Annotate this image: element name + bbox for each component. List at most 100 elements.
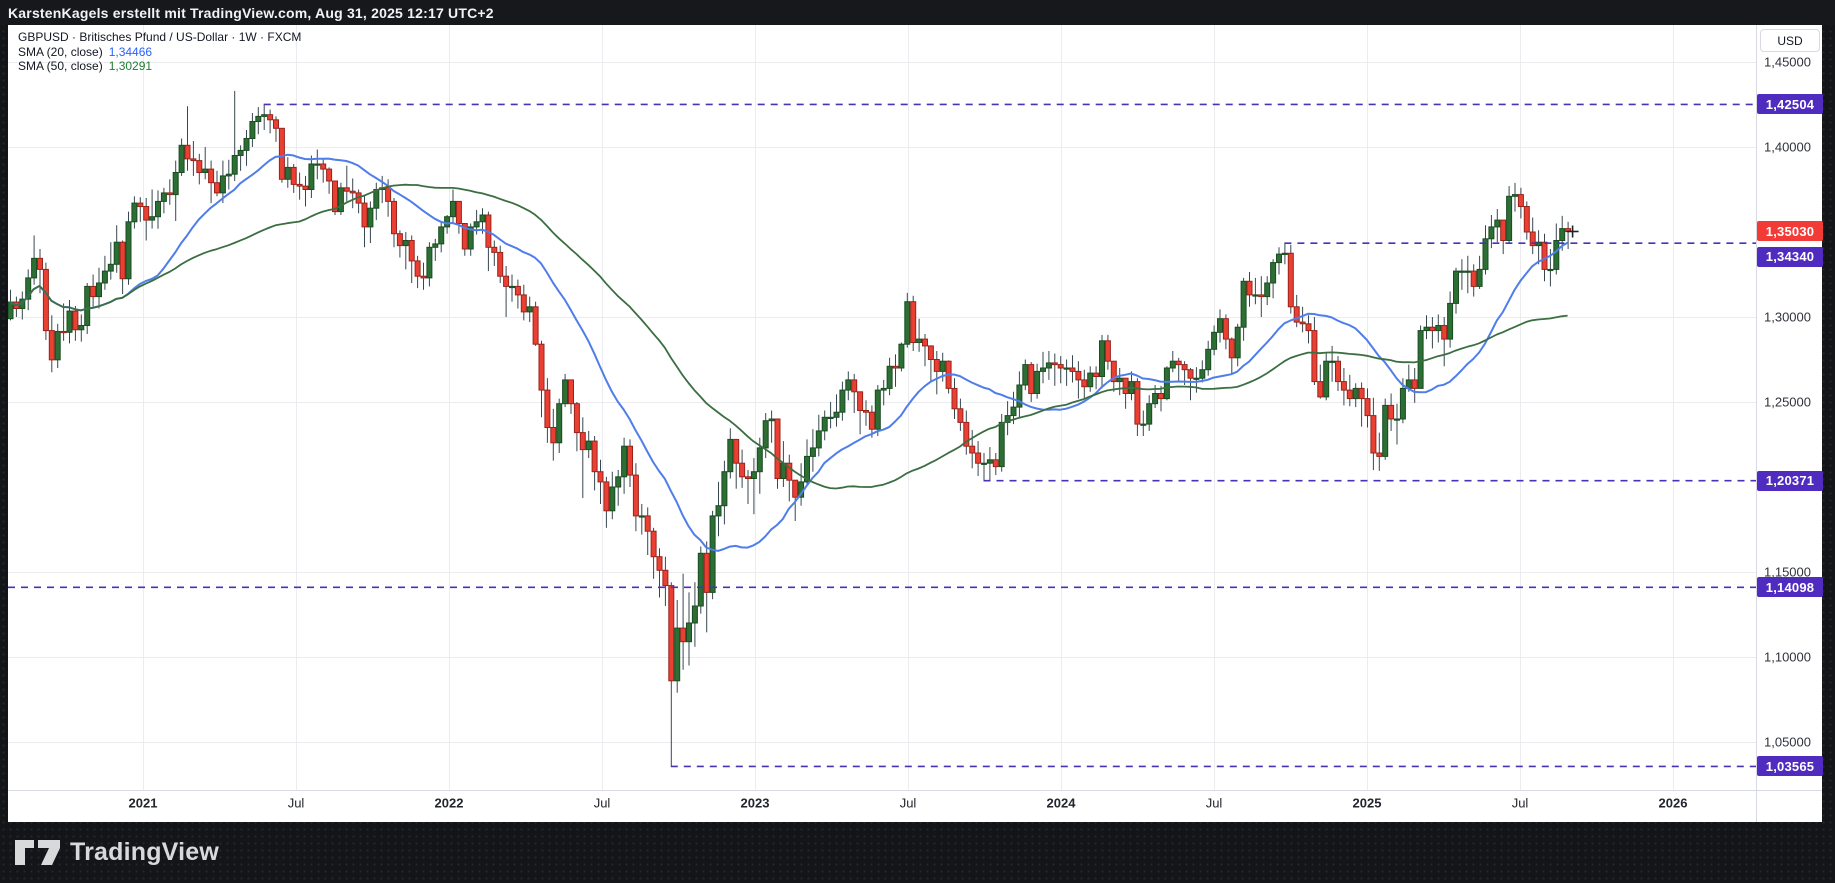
candle-down [521,295,526,312]
candle-up [616,477,621,487]
candle-up [692,606,697,623]
candle-down [397,234,402,246]
candle-down [1389,405,1394,419]
time-tick-label[interactable]: 2025 [1353,795,1382,810]
candle-down [456,201,461,223]
candle-up [728,439,733,471]
candle-up [1206,349,1211,369]
key-level-price-label: 1,34340 [1757,247,1823,267]
candle-up [810,448,815,457]
candle-down [91,286,96,296]
candle-down [43,269,48,330]
candle-up [338,188,343,212]
candle-down [1182,365,1187,370]
candlestick-chart[interactable]: 1,450001,400001,300001,250001,150001,100… [8,25,1822,822]
time-tick-label[interactable]: Jul [900,795,917,810]
candle-up [480,215,485,222]
candle-up [55,331,60,359]
time-tick-label[interactable]: 2021 [129,795,158,810]
candle-up [905,302,910,345]
candle-down [1052,363,1057,365]
candle-down [1501,220,1506,240]
candle-down [569,380,574,404]
candle-up [1548,269,1553,270]
time-tick-label[interactable]: 2026 [1659,795,1688,810]
price-tick-label[interactable]: 1,30000 [1764,310,1811,325]
candle-up [710,516,715,593]
candle-down [864,411,869,413]
candle-up [1141,424,1146,425]
candle-up [722,472,727,506]
candle-down [498,252,503,276]
candle-up [1023,365,1028,385]
attribution-text: KarstenKagels erstellt mit TradingView.c… [0,5,494,21]
candle-up [1117,378,1122,381]
candle-down [327,169,332,181]
sma50-value: 1,30291 [109,59,152,73]
price-tick-label[interactable]: 1,05000 [1764,735,1811,750]
time-tick-label[interactable]: Jul [288,795,305,810]
candle-down [1359,388,1364,398]
candle-up [887,366,892,388]
candle-up [1395,419,1400,420]
sma50-label: SMA (50, close) [18,59,103,73]
candle-down [515,286,520,295]
time-tick-label[interactable]: Jul [594,795,611,810]
candle-up [840,390,845,412]
candle-up [639,516,644,517]
candle-down [1524,207,1529,233]
candle-down [274,120,279,129]
candle-down [869,412,874,429]
candle-down [144,207,149,221]
price-tick-label[interactable]: 1,40000 [1764,140,1811,155]
candle-up [1265,283,1270,297]
candle-up [32,258,37,278]
candle-up [1170,361,1175,368]
key-level-price-label: 1,42504 [1757,94,1823,114]
candle-down [1318,382,1323,397]
candle-up [439,227,444,244]
candle-up [622,446,627,477]
time-tick-label[interactable]: 2023 [741,795,770,810]
candle-up [1353,388,1358,398]
candle-down [551,428,556,443]
candle-up [1554,241,1559,270]
key-level-price-label: 1,14098 [1757,577,1823,597]
candle-down [893,366,898,368]
candle-down [1306,324,1311,331]
price-tick-label[interactable]: 1,45000 [1764,55,1811,70]
candle-down [934,360,939,372]
price-tick-label[interactable]: 1,10000 [1764,650,1811,665]
candle-up [875,390,880,429]
candle-down [911,302,916,343]
candle-down [533,307,538,344]
candle-down [386,188,391,202]
candle-down [1259,295,1264,297]
candle-down [1471,271,1476,286]
currency-toggle-button[interactable]: USD [1760,29,1820,52]
candle-down [191,159,196,161]
candle-up [427,247,432,278]
tradingview-watermark[interactable]: TradingView [14,838,219,867]
time-tick-label[interactable]: Jul [1206,795,1223,810]
time-tick-label[interactable]: Jul [1512,795,1529,810]
candle-up [510,286,515,287]
current-price-label: 1,35030 [1757,221,1823,241]
candle-up [97,283,102,297]
time-tick-label[interactable]: 2024 [1047,795,1077,810]
candle-up [1200,370,1205,379]
candle-down [598,472,603,482]
candle-up [1218,319,1223,333]
price-tick-label[interactable]: 1,25000 [1764,395,1811,410]
candle-up [102,271,107,283]
candle-down [291,167,296,184]
candle-up [610,487,615,511]
sma20-value: 1,34466 [109,45,152,59]
candle-up [1330,361,1335,362]
candle-up [1489,227,1494,239]
candle-down [574,404,579,433]
time-tick-label[interactable]: 2022 [435,795,464,810]
candle-up [8,302,13,319]
candle-up [987,460,992,463]
candle-up [751,472,756,479]
